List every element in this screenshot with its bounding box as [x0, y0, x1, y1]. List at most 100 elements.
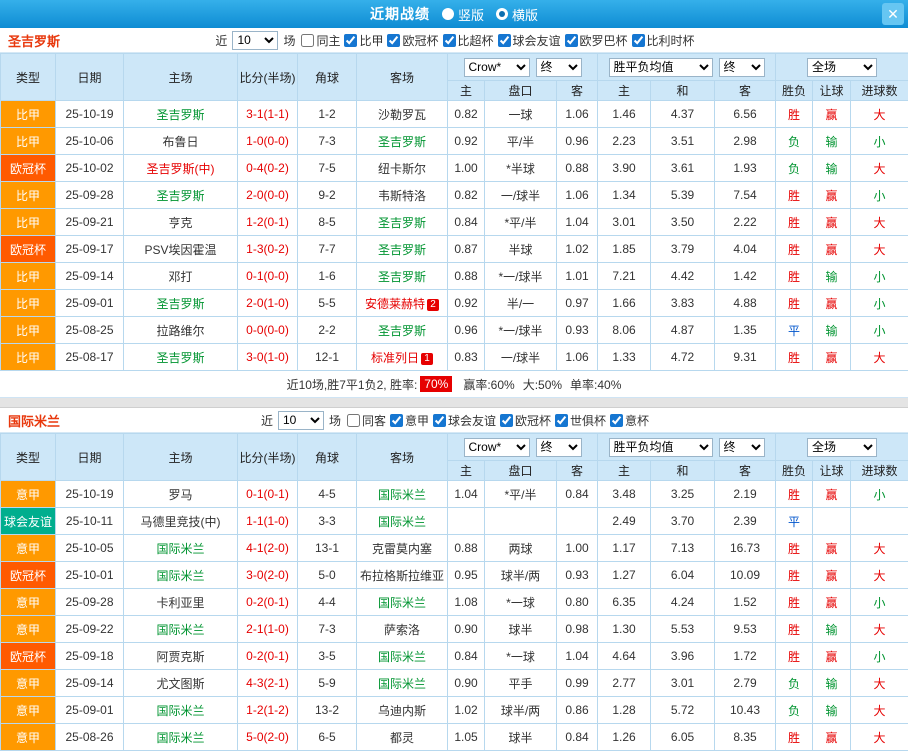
- home-team-cell[interactable]: 拉路维尔: [123, 316, 238, 344]
- odds-stage-select[interactable]: 终: [535, 57, 582, 77]
- home-team-cell[interactable]: 圣吉罗斯: [123, 181, 238, 209]
- match-row[interactable]: 比甲 25-10-19 圣吉罗斯 3-1(1-1) 1-2 沙勒罗瓦 0.82 一球 1.06 1…: [0, 100, 908, 128]
- away-team-cell[interactable]: 圣吉罗斯: [356, 127, 448, 155]
- scope-select[interactable]: 全场: [807, 57, 878, 77]
- home-team-cell[interactable]: 阿贾克斯: [123, 642, 238, 670]
- match-row[interactable]: 意甲 25-10-05 国际米兰 4-1(2-0) 13-1 克雷莫内塞 0.88 两球 1.0…: [0, 534, 908, 562]
- away-team-cell[interactable]: 国际米兰: [356, 642, 448, 670]
- away-team-cell[interactable]: 圣吉罗斯: [356, 262, 448, 290]
- layout-horizontal-radio[interactable]: 横版: [496, 5, 538, 24]
- match-row[interactable]: 欧冠杯 25-10-02 圣吉罗斯(中) 0-4(0-2) 7-5 纽卡斯尔 1.00 *半球…: [0, 154, 908, 182]
- home-team-cell[interactable]: 卡利亚里: [123, 588, 238, 616]
- league-checkbox[interactable]: [555, 413, 569, 427]
- league-checkbox[interactable]: [389, 413, 403, 427]
- league-filter[interactable]: 欧冠杯: [500, 412, 551, 429]
- away-team-cell[interactable]: 乌迪内斯: [356, 696, 448, 724]
- away-team-cell[interactable]: 克雷莫内塞: [356, 534, 448, 562]
- league-checkbox[interactable]: [497, 33, 511, 47]
- league-filter[interactable]: 比利时杯: [631, 32, 695, 49]
- match-row[interactable]: 意甲 25-08-26 国际米兰 5-0(2-0) 6-5 都灵 1.05 球半 0.84 1.2…: [0, 723, 908, 751]
- away-team-cell[interactable]: 圣吉罗斯: [356, 235, 448, 263]
- away-team-cell[interactable]: 韦斯特洛: [356, 181, 448, 209]
- avg-stage-select[interactable]: 终: [718, 57, 765, 77]
- league-filter[interactable]: 比甲: [344, 32, 383, 49]
- away-team-cell[interactable]: 萨索洛: [356, 615, 448, 643]
- match-row[interactable]: 比甲 25-09-01 圣吉罗斯 2-0(1-0) 5-5 安德莱赫特 2 0.92 半/一 0.…: [0, 289, 908, 317]
- match-row[interactable]: 意甲 25-09-01 国际米兰 1-2(1-2) 13-2 乌迪内斯 1.02 球半/两 0.…: [0, 696, 908, 724]
- away-team-cell[interactable]: 布拉格斯拉维亚: [356, 561, 448, 589]
- league-filter[interactable]: 比超杯: [442, 32, 494, 49]
- home-team-cell[interactable]: 布鲁日: [123, 127, 238, 155]
- away-team-cell[interactable]: 沙勒罗瓦: [356, 100, 448, 128]
- match-row[interactable]: 意甲 25-09-14 尤文图斯 4-3(2-1) 5-9 国际米兰 0.90 平手 0.99 2…: [0, 669, 908, 697]
- match-row[interactable]: 欧冠杯 25-09-18 阿贾克斯 0-2(0-1) 3-5 国际米兰 0.84 *一球 1.0…: [0, 642, 908, 670]
- match-row[interactable]: 比甲 25-09-21 亨克 1-2(0-1) 8-5 圣吉罗斯 0.84 *平/半 1.04 3…: [0, 208, 908, 236]
- league-checkbox[interactable]: [387, 33, 401, 47]
- away-team-cell[interactable]: 圣吉罗斯: [356, 208, 448, 236]
- home-team-cell[interactable]: 圣吉罗斯: [123, 289, 238, 317]
- league-filter[interactable]: 欧罗巴杯: [564, 32, 628, 49]
- home-team-cell[interactable]: 国际米兰: [123, 561, 238, 589]
- league-checkbox[interactable]: [631, 33, 645, 47]
- league-checkbox[interactable]: [610, 413, 624, 427]
- home-team-cell[interactable]: 圣吉罗斯(中): [123, 154, 238, 182]
- games-count-select[interactable]: 10: [277, 410, 324, 430]
- home-team-cell[interactable]: 国际米兰: [123, 615, 238, 643]
- home-team-cell[interactable]: 罗马: [123, 480, 238, 508]
- home-team-cell[interactable]: PSV埃因霍温: [123, 235, 238, 263]
- same-venue-checkbox[interactable]: [346, 413, 360, 427]
- avg-stage-select[interactable]: 终: [718, 437, 765, 457]
- away-team-cell[interactable]: 都灵: [356, 723, 448, 751]
- league-checkbox[interactable]: [433, 413, 446, 427]
- match-row[interactable]: 比甲 25-08-17 圣吉罗斯 3-0(1-0) 12-1 标准列日 1 0.83 一/球半 1…: [0, 343, 908, 371]
- match-row[interactable]: 比甲 25-08-25 拉路维尔 0-0(0-0) 2-2 圣吉罗斯 0.96 *一/球半 0.…: [0, 316, 908, 344]
- league-checkbox[interactable]: [500, 413, 514, 427]
- match-row[interactable]: 欧冠杯 25-10-01 国际米兰 3-0(2-0) 5-0 布拉格斯拉维亚 0.95 球半/…: [0, 561, 908, 589]
- home-team-cell[interactable]: 马德里竞技(中): [123, 507, 238, 535]
- odds-company-select[interactable]: Crow*: [463, 57, 530, 77]
- same-venue-filter[interactable]: 同客: [346, 412, 386, 429]
- league-filter[interactable]: 意杯: [610, 412, 649, 429]
- home-team-cell[interactable]: 圣吉罗斯: [123, 100, 238, 128]
- league-checkbox[interactable]: [442, 33, 456, 47]
- scope-select[interactable]: 全场: [807, 437, 878, 457]
- home-team-cell[interactable]: 邓打: [123, 262, 238, 290]
- league-filter[interactable]: 球会友谊: [497, 32, 561, 49]
- match-row[interactable]: 意甲 25-10-19 罗马 0-1(0-1) 4-5 国际米兰 1.04 *平/半 0.84 3…: [0, 480, 908, 508]
- away-team-cell[interactable]: 安德莱赫特 2: [356, 289, 448, 317]
- match-row[interactable]: 比甲 25-09-14 邓打 0-1(0-0) 1-6 圣吉罗斯 0.88 *一/球半 1.01…: [0, 262, 908, 290]
- odds-stage-select[interactable]: 终: [535, 437, 582, 457]
- away-team-cell[interactable]: 纽卡斯尔: [356, 154, 448, 182]
- away-team-cell[interactable]: 国际米兰: [356, 669, 448, 697]
- away-team-cell[interactable]: 国际米兰: [356, 507, 448, 535]
- same-venue-filter[interactable]: 同主: [301, 32, 340, 49]
- home-team-cell[interactable]: 国际米兰: [123, 696, 238, 724]
- home-team-cell[interactable]: 尤文图斯: [123, 669, 238, 697]
- away-team-cell[interactable]: 国际米兰: [356, 588, 448, 616]
- match-row[interactable]: 意甲 25-09-28 卡利亚里 0-2(0-1) 4-4 国际米兰 1.08 *一球 0.80…: [0, 588, 908, 616]
- league-filter[interactable]: 球会友谊: [433, 412, 496, 429]
- home-team-cell[interactable]: 亨克: [123, 208, 238, 236]
- league-checkbox[interactable]: [564, 33, 578, 47]
- match-row[interactable]: 欧冠杯 25-09-17 PSV埃因霍温 1-3(0-2) 7-7 圣吉罗斯 0.87 半球 1…: [0, 235, 908, 263]
- home-team-cell[interactable]: 国际米兰: [123, 534, 238, 562]
- same-venue-checkbox[interactable]: [301, 33, 315, 47]
- away-team-cell[interactable]: 标准列日 1: [356, 343, 448, 371]
- league-filter[interactable]: 欧冠杯: [387, 32, 439, 49]
- match-row[interactable]: 比甲 25-10-06 布鲁日 1-0(0-0) 7-3 圣吉罗斯 0.92 平/半 0.96 2…: [0, 127, 908, 155]
- league-checkbox[interactable]: [344, 33, 358, 47]
- away-team-cell[interactable]: 圣吉罗斯: [356, 316, 448, 344]
- games-count-select[interactable]: 10: [232, 30, 279, 50]
- league-filter[interactable]: 世俱杯: [555, 412, 606, 429]
- match-row[interactable]: 意甲 25-09-22 国际米兰 2-1(1-0) 7-3 萨索洛 0.90 球半 0.98 1.…: [0, 615, 908, 643]
- home-team-cell[interactable]: 国际米兰: [123, 723, 238, 751]
- away-team-cell[interactable]: 国际米兰: [356, 480, 448, 508]
- odds-company-select[interactable]: Crow*: [463, 437, 530, 457]
- match-row[interactable]: 球会友谊 25-10-11 马德里竞技(中) 1-1(1-0) 3-3 国际米兰 2.49 3…: [0, 507, 908, 535]
- avg-type-select[interactable]: 胜平负均值: [608, 437, 713, 457]
- close-button[interactable]: ✕: [882, 3, 904, 25]
- avg-type-select[interactable]: 胜平负均值: [608, 57, 713, 77]
- home-team-cell[interactable]: 圣吉罗斯: [123, 343, 238, 371]
- league-filter[interactable]: 意甲: [389, 412, 429, 429]
- match-row[interactable]: 比甲 25-09-28 圣吉罗斯 2-0(0-0) 9-2 韦斯特洛 0.82 一/球半 1.0…: [0, 181, 908, 209]
